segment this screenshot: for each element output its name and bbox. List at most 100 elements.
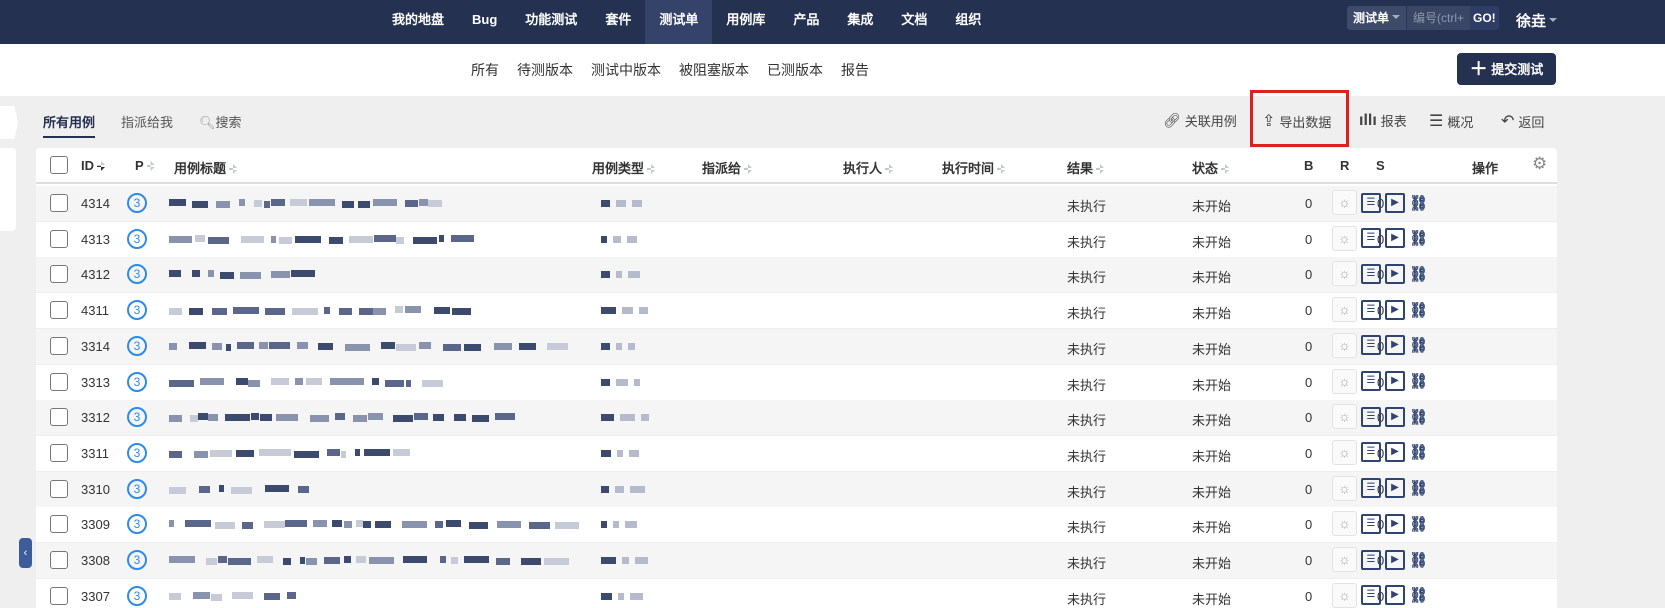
row-checkbox[interactable]	[50, 301, 68, 320]
tab-assigned-to-me[interactable]: 指派给我	[121, 112, 173, 138]
unlink-icon[interactable]: ⛓	[1409, 301, 1428, 319]
select-all-checkbox[interactable]	[50, 156, 68, 174]
tab-all-cases[interactable]: 所有用例	[43, 112, 96, 138]
unlink-icon[interactable]: ⛓	[1409, 551, 1428, 569]
case-id[interactable]: 3308	[81, 553, 110, 568]
nav-item[interactable]: 用例库	[712, 0, 779, 44]
unlink-icon[interactable]: ⛓	[1409, 372, 1428, 390]
bug-icon[interactable]: ☼	[1332, 582, 1357, 608]
case-id[interactable]: 3312	[81, 410, 110, 425]
row-checkbox[interactable]	[50, 194, 68, 212]
results-list-icon[interactable]: ☰	[1361, 299, 1381, 320]
results-list-icon[interactable]: ☰	[1361, 335, 1381, 356]
results-list-icon[interactable]: ☰	[1361, 228, 1381, 249]
col-exec-time[interactable]: 执行时间	[942, 158, 1006, 177]
bug-icon[interactable]: ☼	[1332, 547, 1357, 572]
case-id[interactable]: 3307	[81, 589, 110, 604]
bug-icon[interactable]: ☼	[1332, 475, 1357, 501]
row-checkbox[interactable]	[50, 265, 68, 284]
results-list-icon[interactable]: ☰	[1361, 192, 1381, 213]
run-icon[interactable]: ▶	[1385, 299, 1405, 320]
run-icon[interactable]: ▶	[1385, 371, 1405, 391]
run-icon[interactable]: ▶	[1385, 335, 1405, 356]
row-checkbox[interactable]	[50, 479, 68, 498]
case-id[interactable]: 3309	[81, 517, 110, 532]
case-id[interactable]: 4313	[81, 232, 110, 247]
run-icon[interactable]: ▶	[1385, 406, 1405, 427]
bug-icon[interactable]: ☼	[1332, 511, 1357, 537]
case-id[interactable]: 3311	[81, 446, 109, 461]
row-checkbox[interactable]	[50, 586, 68, 605]
row-checkbox[interactable]	[50, 443, 68, 462]
col-status[interactable]: 状态	[1192, 158, 1230, 177]
go-button[interactable]: GO!	[1470, 6, 1499, 30]
nav-item[interactable]: 我的地盘	[378, 0, 458, 44]
results-list-icon[interactable]: ☰	[1361, 513, 1381, 534]
col-assigned[interactable]: 指派给	[702, 158, 753, 177]
nav-item[interactable]: Bug	[458, 0, 511, 44]
link-cases-button[interactable]: 🔗︎ 关联用例	[1163, 111, 1237, 130]
unlink-icon[interactable]: ⛓	[1409, 194, 1428, 212]
row-checkbox[interactable]	[50, 372, 68, 391]
overview-button[interactable]: ☰ 概况	[1429, 111, 1473, 131]
bug-icon[interactable]: ☼	[1332, 225, 1357, 251]
unlink-icon[interactable]: ⛓	[1409, 586, 1428, 604]
run-icon[interactable]: ▶	[1385, 442, 1405, 463]
submit-test-button[interactable]: ＋ 提交测试	[1457, 53, 1556, 85]
subnav-item[interactable]: 已测版本	[758, 44, 832, 96]
col-result[interactable]: 结果	[1067, 158, 1105, 177]
results-list-icon[interactable]: ☰	[1361, 478, 1381, 499]
row-checkbox[interactable]	[50, 551, 68, 569]
case-id[interactable]: 3314	[81, 339, 110, 354]
results-list-icon[interactable]: ☰	[1361, 263, 1381, 284]
case-id[interactable]: 3313	[81, 375, 110, 390]
back-button[interactable]: ↶ 返回	[1501, 111, 1544, 131]
search-button[interactable]: 🔍︎搜索	[199, 112, 242, 138]
case-id[interactable]: 4314	[81, 196, 110, 211]
col-type[interactable]: 用例类型	[592, 158, 656, 177]
subnav-item[interactable]: 报告	[832, 44, 878, 96]
nav-item[interactable]: 集成	[833, 0, 887, 44]
run-icon[interactable]: ▶	[1385, 263, 1405, 284]
subnav-item[interactable]: 待测版本	[508, 44, 582, 96]
case-id[interactable]: 4311	[81, 303, 109, 318]
unlink-icon[interactable]: ⛓	[1409, 408, 1428, 426]
col-id[interactable]: ID	[81, 158, 105, 173]
nav-item[interactable]: 产品	[779, 0, 833, 44]
bug-icon[interactable]: ☼	[1332, 332, 1357, 358]
nav-item[interactable]: 功能测试	[511, 0, 591, 44]
subnav-item[interactable]: 测试中版本	[582, 44, 670, 96]
subnav-item[interactable]: 所有	[462, 44, 508, 96]
run-icon[interactable]: ▶	[1385, 192, 1405, 213]
col-title[interactable]: 用例标题	[174, 158, 238, 177]
run-icon[interactable]: ▶	[1385, 478, 1405, 499]
search-type-select[interactable]: 测试单	[1347, 6, 1407, 30]
results-list-icon[interactable]: ☰	[1361, 549, 1381, 570]
run-icon[interactable]: ▶	[1385, 585, 1405, 606]
user-menu[interactable]: 徐垚	[1516, 10, 1558, 31]
row-checkbox[interactable]	[50, 229, 68, 248]
results-list-icon[interactable]: ☰	[1361, 585, 1381, 606]
nav-item[interactable]: 组织	[941, 0, 995, 44]
run-icon[interactable]: ▶	[1385, 513, 1405, 534]
unlink-icon[interactable]: ⛓	[1409, 443, 1428, 461]
bug-icon[interactable]: ☼	[1332, 368, 1357, 394]
nav-item[interactable]: 文档	[887, 0, 941, 44]
unlink-icon[interactable]: ⛓	[1409, 265, 1428, 283]
col-executor[interactable]: 执行人	[843, 158, 894, 177]
bug-icon[interactable]: ☼	[1332, 297, 1357, 323]
row-checkbox[interactable]	[50, 515, 68, 534]
results-list-icon[interactable]: ☰	[1361, 442, 1381, 463]
gear-icon[interactable]: ⚙	[1532, 154, 1547, 174]
collapse-sidebar-button[interactable]: ‹	[19, 538, 32, 568]
bug-icon[interactable]: ☼	[1332, 404, 1357, 430]
bug-icon[interactable]: ☼	[1332, 261, 1357, 287]
subnav-item[interactable]: 被阻塞版本	[670, 44, 758, 96]
col-p[interactable]: P	[135, 158, 155, 173]
nav-item[interactable]: 套件	[591, 0, 645, 44]
bug-icon[interactable]: ☼	[1332, 190, 1357, 215]
row-checkbox[interactable]	[50, 336, 68, 355]
case-id[interactable]: 4312	[81, 267, 110, 282]
results-list-icon[interactable]: ☰	[1361, 371, 1381, 391]
unlink-icon[interactable]: ⛓	[1409, 515, 1428, 533]
